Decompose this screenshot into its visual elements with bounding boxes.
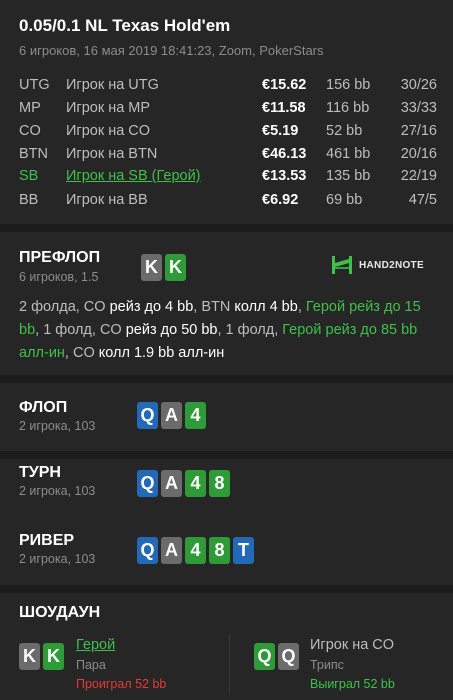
player-position: SB bbox=[19, 168, 39, 184]
preflop-subtitle: 6 игроков, 1.5 bbox=[19, 270, 99, 284]
player-stack: €11.58 bbox=[262, 100, 306, 116]
game-info: 6 игроков, 16 мая 2019 18:41:23, Zoom, P… bbox=[19, 43, 324, 58]
turn-subtitle: 2 игрока, 103 bbox=[19, 484, 96, 498]
card-king-clubs: K bbox=[165, 254, 186, 281]
action-raise: рейз до 50 bb bbox=[125, 322, 218, 338]
hand2note-logo: HAND2NOTE bbox=[331, 255, 424, 275]
player-stats: 20/16 bbox=[400, 146, 437, 162]
flop-board-cards: Q A 4 bbox=[137, 402, 206, 429]
turn-panel: ТУРН 2 игрока, 103 Q A 4 8 bbox=[0, 459, 453, 527]
card-king-spades: K bbox=[141, 254, 162, 281]
card-ace-spades: A bbox=[161, 470, 182, 497]
card-queen-spades: Q bbox=[278, 643, 299, 670]
turn-title: ТУРН bbox=[19, 464, 61, 481]
preflop-actions: 2 фолда, CO рейз до 4 bb, BTN колл 4 bb,… bbox=[19, 296, 439, 365]
hero-name-link[interactable]: Герой bbox=[76, 637, 115, 653]
action-text: , CO bbox=[64, 345, 99, 361]
card-four-clubs: 4 bbox=[185, 402, 206, 429]
hero-showdown-cards: K K bbox=[19, 643, 64, 670]
action-text: 2 фолда, CO bbox=[19, 299, 110, 315]
action-text: , bbox=[297, 299, 306, 315]
player-stack: €5.19 bbox=[262, 123, 299, 139]
player-position: UTG bbox=[19, 77, 50, 93]
card-ace-spades: A bbox=[161, 402, 182, 429]
player-stack: €46.13 bbox=[262, 146, 307, 162]
player-stack-bb: 156 bb bbox=[326, 77, 371, 93]
river-subtitle: 2 игрока, 103 bbox=[19, 552, 96, 566]
card-queen-diamonds: Q bbox=[137, 537, 158, 564]
action-raise: рейз до 4 bb bbox=[109, 299, 194, 315]
player-name[interactable]: Игрок на BTN bbox=[66, 146, 157, 162]
card-eight-clubs: 8 bbox=[209, 470, 230, 497]
hand2note-logo-text: HAND2NOTE bbox=[359, 259, 424, 271]
player-stack-bb: 116 bb bbox=[326, 100, 370, 116]
river-board-cards: Q A 4 8 T bbox=[137, 537, 254, 564]
preflop-title: ПРЕФЛОП bbox=[19, 249, 101, 266]
player-row-utg: UTG Игрок на UTG €15.62 156 bb · 30/26 bbox=[0, 77, 453, 99]
player-position: CO bbox=[19, 123, 41, 139]
card-queen-clubs: Q bbox=[254, 643, 275, 670]
player-name[interactable]: Игрок на SB (Герой) bbox=[66, 168, 201, 184]
river-title: РИВЕР bbox=[19, 532, 75, 549]
villain-showdown-cards: Q Q bbox=[254, 643, 299, 670]
villain-hand-rank: Трипс bbox=[310, 658, 344, 672]
player-row-bb: BB Игрок на BB €6.92 69 bb · 47/5 bbox=[0, 192, 453, 214]
player-position: MP bbox=[19, 100, 41, 116]
hand2note-logo-icon bbox=[332, 256, 352, 274]
player-stack-bb: 69 bb bbox=[326, 192, 363, 208]
player-stack-bb: 135 bb bbox=[326, 168, 371, 184]
player-stats: 22/19 bbox=[400, 168, 437, 184]
action-call-allin: колл 1.9 bb алл-ин bbox=[98, 345, 225, 361]
hero-hole-cards: K K bbox=[141, 254, 186, 281]
showdown-divider bbox=[229, 635, 230, 695]
card-four-clubs: 4 bbox=[185, 537, 206, 564]
player-position: BB bbox=[19, 192, 39, 208]
player-row-sb-hero: SB Игрок на SB (Герой) €13.53 135 bb · 2… bbox=[0, 168, 453, 190]
card-four-clubs: 4 bbox=[185, 470, 206, 497]
villain-name[interactable]: Игрок на CO bbox=[310, 637, 394, 653]
action-text: , 1 фолд, bbox=[217, 322, 283, 338]
flop-panel: ФЛОП 2 игрока, 103 Q A 4 bbox=[0, 383, 453, 451]
game-title: 0.05/0.1 NL Texas Hold'em bbox=[19, 16, 231, 35]
villain-result: Выиграл 52 bb bbox=[310, 677, 395, 691]
preflop-panel: ПРЕФЛОП 6 игроков, 1.5 K K HAND2NOTE 2 ф… bbox=[0, 232, 453, 375]
turn-board-cards: Q A 4 8 bbox=[137, 470, 230, 497]
player-name[interactable]: Игрок на MP bbox=[66, 100, 150, 116]
player-stack: €13.53 bbox=[262, 168, 307, 184]
showdown-title: ШОУДАУН bbox=[19, 604, 101, 621]
action-text: , BTN bbox=[193, 299, 235, 315]
player-stack: €6.92 bbox=[262, 192, 299, 208]
showdown-panel: ШОУДАУН K K Герой Пара Проиграл 52 bb Q … bbox=[0, 593, 453, 700]
player-row-btn: BTN Игрок на BTN €46.13 461 bb · 20/16 bbox=[0, 146, 453, 168]
player-stats: 27/16 bbox=[400, 123, 437, 139]
player-name[interactable]: Игрок на BB bbox=[66, 192, 148, 208]
action-text: , 1 фолд, CO bbox=[35, 322, 126, 338]
hand-header-panel: 0.05/0.1 NL Texas Hold'em 6 игроков, 16 … bbox=[0, 0, 453, 224]
player-row-co: CO Игрок на CO €5.19 52 bb · 27/16 bbox=[0, 123, 453, 145]
hero-hand-rank: Пара bbox=[76, 658, 106, 672]
card-queen-diamonds: Q bbox=[137, 402, 158, 429]
player-stack-bb: 461 bb bbox=[326, 146, 371, 162]
player-stack-bb: 52 bb bbox=[326, 123, 363, 139]
hero-result: Проиграл 52 bb bbox=[76, 677, 167, 691]
player-stack: €15.62 bbox=[262, 77, 307, 93]
card-king-spades: K bbox=[19, 643, 40, 670]
card-ten-diamonds: T bbox=[233, 537, 254, 564]
card-king-clubs: K bbox=[43, 643, 64, 670]
card-ace-spades: A bbox=[161, 537, 182, 564]
player-stats: 33/33 bbox=[400, 100, 437, 116]
player-stats: 47/5 bbox=[408, 192, 437, 208]
flop-subtitle: 2 игрока, 103 bbox=[19, 419, 96, 433]
player-name[interactable]: Игрок на UTG bbox=[66, 77, 159, 93]
card-eight-clubs: 8 bbox=[209, 537, 230, 564]
action-call: колл 4 bb bbox=[234, 299, 298, 315]
river-panel: РИВЕР 2 игрока, 103 Q A 4 8 T bbox=[0, 521, 453, 585]
flop-title: ФЛОП bbox=[19, 399, 68, 416]
player-name[interactable]: Игрок на CO bbox=[66, 123, 150, 139]
player-row-mp: MP Игрок на MP €11.58 116 bb · 33/33 bbox=[0, 100, 453, 122]
card-queen-diamonds: Q bbox=[137, 470, 158, 497]
player-stats: 30/26 bbox=[400, 77, 437, 93]
player-position: BTN bbox=[19, 146, 48, 162]
